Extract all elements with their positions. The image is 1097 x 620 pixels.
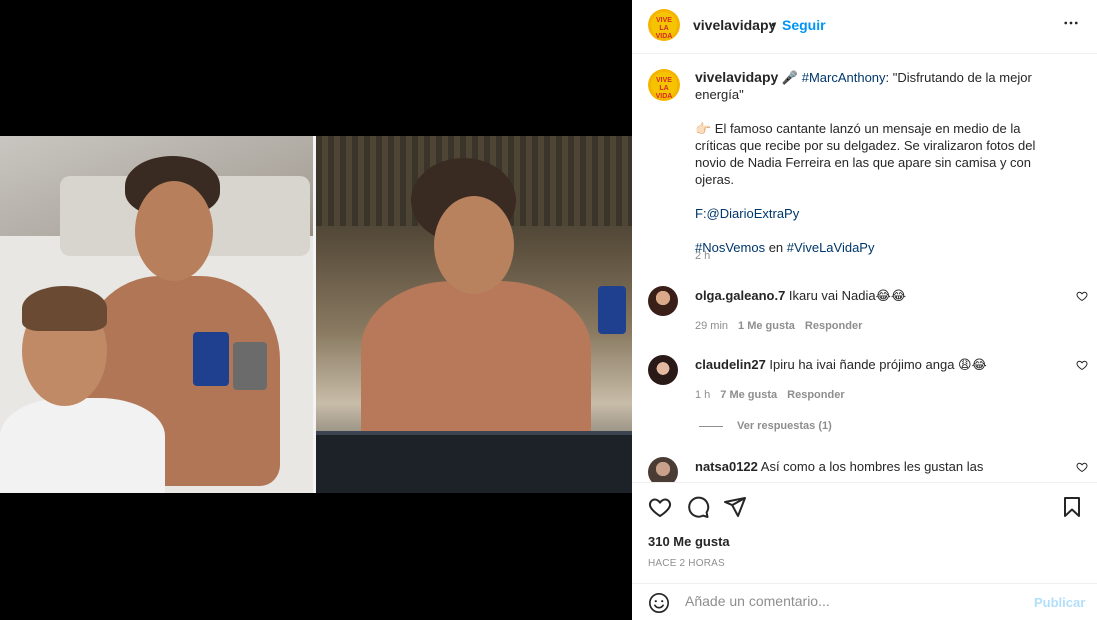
- hashtag-vivelavidapy[interactable]: #ViveLaVidaPy: [787, 240, 875, 255]
- man-head-right: [434, 196, 514, 294]
- like-heart-icon[interactable]: [648, 495, 672, 524]
- comment-text: olga.galeano.7 Ikaru vai Nadia😂😂: [695, 287, 1065, 304]
- caption-username[interactable]: vivelavidapy: [695, 69, 778, 85]
- publish-button[interactable]: Publicar: [1034, 595, 1085, 610]
- separator-dot: •: [771, 16, 776, 32]
- microphone-emoji: 🎤: [781, 70, 799, 85]
- comment-item: olga.galeano.7 Ikaru vai Nadia😂😂 29 min 1…: [648, 286, 1088, 336]
- comment-likes[interactable]: 1 Me gusta: [738, 320, 795, 332]
- phone-blue: [193, 332, 229, 386]
- phone-grey: [233, 342, 267, 390]
- foreground-hair: [22, 286, 107, 331]
- follow-button[interactable]: Seguir: [782, 17, 826, 33]
- foreground-shirt: [0, 398, 165, 493]
- post-timestamp[interactable]: HACE 2 HORAS: [648, 558, 725, 569]
- likes-count[interactable]: 310 Me gusta: [648, 534, 730, 549]
- comment-item: claudelin27 Ipiru ha ivai ñande prójimo …: [648, 355, 1088, 405]
- comment-meta: 1 h 7 Me gusta Responder: [695, 389, 845, 401]
- man-head: [135, 181, 213, 281]
- emoji-icon[interactable]: [648, 592, 670, 619]
- commenter-username[interactable]: claudelin27: [695, 357, 766, 372]
- commenter-username[interactable]: olga.galeano.7: [695, 288, 785, 303]
- commenter-username[interactable]: natsa0122: [695, 459, 758, 474]
- comment-text: claudelin27 Ipiru ha ivai ñande prójimo …: [695, 356, 1065, 373]
- like-comment-icon[interactable]: [1076, 358, 1088, 376]
- view-replies-label: Ver respuestas (1): [737, 420, 832, 432]
- comment-likes[interactable]: 7 Me gusta: [720, 389, 777, 401]
- like-comment-icon[interactable]: [1076, 289, 1088, 307]
- man-torso-right: [361, 281, 591, 451]
- comment-item: natsa0122 Así como a los hombres les gus…: [648, 457, 1088, 482]
- author-username[interactable]: vivelavidapy: [693, 17, 776, 33]
- commenter-avatar[interactable]: [648, 355, 678, 385]
- post-photo-left: [0, 136, 313, 493]
- source-mention[interactable]: F:@DiarioExtraPy: [695, 206, 799, 221]
- share-send-icon[interactable]: [723, 495, 747, 524]
- post-side-panel: VIVE LA VIDA vivelavidapy • Seguir VIVE …: [632, 0, 1097, 620]
- replies-line: [699, 425, 723, 427]
- caption-paragraph: 👉🏻 El famoso cantante lanzó un mensaje e…: [695, 121, 1036, 187]
- comment-content: Ipiru ha ivai ñande prójimo anga 😩😂: [765, 357, 987, 372]
- reply-button[interactable]: Responder: [787, 389, 844, 401]
- comments-scroll-area[interactable]: VIVE LA VIDA vivelavidapy 🎤 #MarcAnthony…: [632, 55, 1097, 482]
- comment-time[interactable]: 1 h: [695, 389, 710, 401]
- caption-time[interactable]: 2 h: [695, 250, 710, 262]
- comment-content: Así como a los hombres les gustan las: [757, 459, 984, 474]
- view-replies-button[interactable]: Ver respuestas (1): [699, 420, 832, 432]
- hashtag-marcanthony[interactable]: #MarcAnthony: [802, 70, 886, 85]
- post-actions: 310 Me gusta HACE 2 HORAS: [632, 482, 1097, 582]
- post-caption: vivelavidapy 🎤 #MarcAnthony: "Disfrutand…: [695, 69, 1040, 273]
- avatar-logo: VIVE LA VIDA: [651, 72, 677, 100]
- comment-meta: 29 min 1 Me gusta Responder: [695, 320, 862, 332]
- save-bookmark-icon[interactable]: [1060, 495, 1084, 524]
- post-photo-right: [316, 136, 632, 493]
- avatar-logo: VIVE LA VIDA: [651, 12, 677, 40]
- post-header: VIVE LA VIDA vivelavidapy • Seguir: [632, 0, 1097, 54]
- post-media[interactable]: [0, 0, 632, 620]
- comment-content: Ikaru vai Nadia😂😂: [785, 288, 907, 303]
- like-comment-icon[interactable]: [1076, 460, 1088, 478]
- add-comment-bar: Publicar: [632, 583, 1097, 620]
- comment-input[interactable]: [685, 593, 1015, 609]
- caption-author-avatar[interactable]: VIVE LA VIDA: [648, 69, 680, 101]
- phone-right: [598, 286, 626, 334]
- caption-en: en: [765, 240, 787, 255]
- comment-text: natsa0122 Así como a los hombres les gus…: [695, 458, 1065, 475]
- commenter-avatar[interactable]: [648, 457, 678, 482]
- comment-bubble-icon[interactable]: [686, 495, 710, 524]
- comment-time[interactable]: 29 min: [695, 320, 728, 332]
- more-options-icon[interactable]: [1062, 14, 1080, 37]
- author-avatar[interactable]: VIVE LA VIDA: [648, 9, 680, 41]
- commenter-avatar[interactable]: [648, 286, 678, 316]
- reply-button[interactable]: Responder: [805, 320, 862, 332]
- table-top: [316, 431, 632, 493]
